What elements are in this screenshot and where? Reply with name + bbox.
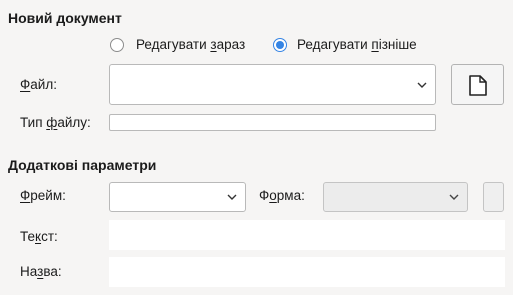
edit-later-label[interactable]: Редагувати пізніше <box>297 37 417 52</box>
new-document-heading: Новий документ <box>8 10 122 26</box>
edit-now-label[interactable]: Редагувати зараз <box>136 37 245 52</box>
text-field[interactable] <box>109 220 505 250</box>
additional-params-heading: Додаткові параметри <box>8 157 157 173</box>
name-field[interactable] <box>109 257 505 287</box>
chevron-down-icon[interactable] <box>417 82 427 88</box>
name-label: Назва: <box>20 264 62 279</box>
file-type-field[interactable] <box>109 114 436 131</box>
chevron-down-icon[interactable] <box>227 194 237 200</box>
edit-now-radio[interactable]: Редагувати зараз <box>110 37 245 52</box>
file-label: Файл: <box>20 77 57 92</box>
document-icon <box>469 75 487 96</box>
edit-later-radio-indicator[interactable] <box>273 37 287 52</box>
new-file-button[interactable] <box>451 64 504 105</box>
form-extra-button[interactable] <box>483 182 504 212</box>
file-combobox[interactable] <box>109 64 436 105</box>
file-type-label: Тип файлу: <box>20 115 91 130</box>
form-combobox[interactable] <box>323 182 468 212</box>
frame-label: Фрейм: <box>20 188 66 203</box>
chevron-down-icon[interactable] <box>449 194 459 200</box>
form-label: Форма: <box>259 188 305 203</box>
text-label: Текст: <box>20 229 58 244</box>
frame-combobox[interactable] <box>109 182 246 212</box>
edit-now-radio-indicator[interactable] <box>110 37 124 52</box>
edit-later-radio[interactable]: Редагувати пізніше <box>273 37 417 52</box>
